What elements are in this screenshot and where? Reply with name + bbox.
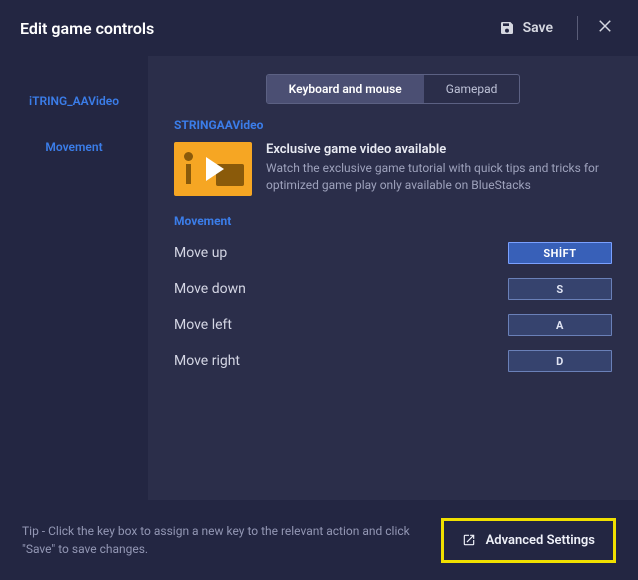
footer-tip: Tip - Click the key box to assign a new … <box>22 522 425 558</box>
main: Keyboard and mouse Gamepad STRINGAAVideo… <box>148 56 638 500</box>
binding-label-move-up: Move up <box>174 245 227 261</box>
binding-label-move-left: Move left <box>174 317 232 333</box>
page-title: Edit game controls <box>20 19 489 38</box>
advanced-settings-label: Advanced Settings <box>486 533 595 548</box>
settings-icon <box>462 533 476 547</box>
play-icon <box>206 157 224 181</box>
save-button[interactable]: Save <box>489 14 563 42</box>
video-description: Watch the exclusive game tutorial with q… <box>266 160 612 195</box>
video-thumbnail <box>174 142 252 196</box>
binding-row: Move down S <box>174 278 612 300</box>
keybox-move-right[interactable]: D <box>508 350 612 372</box>
tabs: Keyboard and mouse Gamepad <box>266 74 521 104</box>
tab-gamepad[interactable]: Gamepad <box>424 75 520 103</box>
video-info: Exclusive game video available Watch the… <box>266 142 612 195</box>
footer: Tip - Click the key box to assign a new … <box>0 500 638 580</box>
close-button[interactable] <box>592 13 618 43</box>
keybox-move-down[interactable]: S <box>508 278 612 300</box>
close-icon <box>596 17 614 35</box>
video-title: Exclusive game video available <box>266 142 612 157</box>
binding-label-move-down: Move down <box>174 281 246 297</box>
binding-row: Move right D <box>174 350 612 372</box>
save-label: Save <box>523 20 553 36</box>
sidebar: iTRING_AAVideo Movement <box>0 56 148 500</box>
save-icon <box>499 20 515 36</box>
binding-row: Move left A <box>174 314 612 336</box>
advanced-settings-button[interactable]: Advanced Settings <box>441 518 616 563</box>
keybox-move-up[interactable]: SHİFT <box>508 242 612 264</box>
movement-section-title: Movement <box>174 214 612 228</box>
keybox-move-left[interactable]: A <box>508 314 612 336</box>
tabs-row: Keyboard and mouse Gamepad <box>148 56 638 118</box>
content: STRINGAAVideo Exclusive game video avail… <box>148 118 638 500</box>
header: Edit game controls Save <box>0 0 638 56</box>
tab-keyboard-mouse[interactable]: Keyboard and mouse <box>267 75 424 103</box>
binding-label-move-right: Move right <box>174 353 240 369</box>
header-divider <box>577 16 578 40</box>
video-card[interactable]: Exclusive game video available Watch the… <box>174 142 612 196</box>
sidebar-item-movement[interactable]: Movement <box>0 130 148 164</box>
sidebar-item-video[interactable]: iTRING_AAVideo <box>0 84 148 118</box>
binding-row: Move up SHİFT <box>174 242 612 264</box>
video-section-title: STRINGAAVideo <box>174 118 612 132</box>
body: iTRING_AAVideo Movement Keyboard and mou… <box>0 56 638 500</box>
